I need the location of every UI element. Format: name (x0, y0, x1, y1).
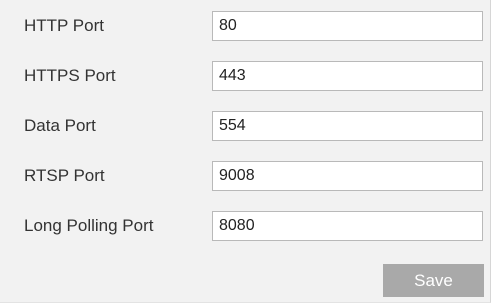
port-settings-panel: HTTP Port HTTPS Port Data Port RTSP Port… (0, 0, 491, 303)
https-port-row: HTTPS Port (0, 50, 491, 102)
data-port-label: Data Port (24, 116, 96, 135)
save-button[interactable]: Save (383, 264, 484, 297)
rtsp-port-row: RTSP Port (0, 150, 491, 202)
https-port-input[interactable] (212, 61, 483, 91)
long-polling-port-label: Long Polling Port (24, 216, 154, 235)
http-port-row: HTTP Port (0, 0, 491, 52)
rtsp-port-label: RTSP Port (24, 166, 105, 185)
data-port-input[interactable] (212, 111, 483, 141)
http-port-input[interactable] (212, 11, 483, 41)
long-polling-port-input[interactable] (212, 211, 483, 241)
long-polling-port-row: Long Polling Port (0, 200, 491, 252)
data-port-row: Data Port (0, 100, 491, 152)
http-port-label: HTTP Port (24, 16, 104, 35)
rtsp-port-input[interactable] (212, 161, 483, 191)
https-port-label: HTTPS Port (24, 66, 116, 85)
